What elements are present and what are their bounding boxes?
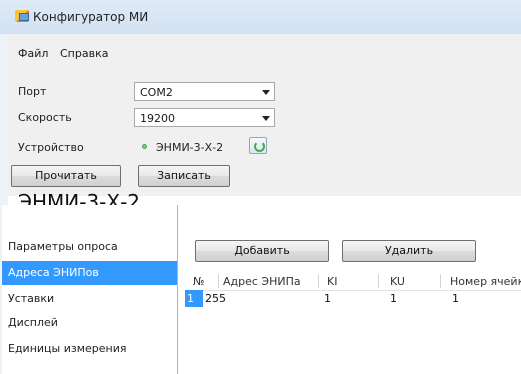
cell-ki[interactable]: 1 [324, 292, 331, 305]
device-label: Устройство [18, 141, 84, 154]
read-button[interactable]: Прочитать [11, 165, 121, 187]
delete-button[interactable]: Удалить [342, 240, 476, 262]
menu-file[interactable]: Файл [18, 47, 48, 60]
title-bar: Конфигуратор МИ [0, 0, 521, 34]
speed-value: 19200 [140, 112, 175, 125]
sidebar-item-display[interactable]: Дисплей [2, 311, 177, 335]
menu-help[interactable]: Справка [60, 47, 108, 60]
table-row[interactable]: 1 255 1 1 1 [185, 290, 521, 307]
cell-number[interactable]: 1 [187, 292, 194, 305]
cell-cell-number[interactable]: 1 [452, 292, 459, 305]
sidebar-item-poll-params[interactable]: Параметры опроса [2, 235, 177, 259]
sidebar-item-enip-addresses[interactable]: Адреса ЭНИПов [2, 261, 177, 285]
grid-header: № Адрес ЭНИПа KI KU Номер ячейк [185, 272, 521, 291]
window-title: Конфигуратор МИ [33, 10, 149, 24]
chevron-down-icon [262, 90, 270, 95]
column-header-number[interactable]: № [193, 275, 204, 288]
column-separator [318, 274, 319, 288]
cell-ku[interactable]: 1 [390, 292, 397, 305]
write-button[interactable]: Записать [138, 165, 230, 187]
column-separator [218, 274, 219, 288]
port-label: Порт [18, 85, 47, 98]
column-header-ku[interactable]: KU [390, 275, 405, 288]
speed-label: Скорость [18, 111, 72, 124]
port-value: COM2 [140, 86, 173, 99]
add-button[interactable]: Добавить [195, 240, 329, 262]
sidebar-item-units[interactable]: Единицы измерения [2, 337, 177, 361]
sidebar-list: Параметры опроса Адреса ЭНИПов Уставки Д… [2, 205, 178, 374]
chevron-down-icon [262, 116, 270, 121]
column-header-address[interactable]: Адрес ЭНИПа [223, 275, 301, 288]
column-header-cell-number[interactable]: Номер ячейк [450, 275, 521, 288]
device-value: ЭНМИ-3-Х-2 [156, 141, 224, 154]
speed-combo[interactable]: 19200 [134, 108, 275, 127]
column-separator [440, 274, 441, 288]
port-combo[interactable]: COM2 [134, 82, 275, 101]
app-icon [15, 10, 29, 22]
column-header-ki[interactable]: KI [327, 275, 337, 288]
cell-address[interactable]: 255 [205, 292, 226, 305]
refresh-button[interactable] [249, 137, 267, 154]
sidebar-item-setpoints[interactable]: Уставки [2, 287, 177, 311]
status-dot-icon [142, 144, 147, 149]
form-top-panel: Файл Справка Порт COM2 Скорость 19200 Ус… [8, 34, 521, 196]
column-separator [378, 274, 379, 288]
